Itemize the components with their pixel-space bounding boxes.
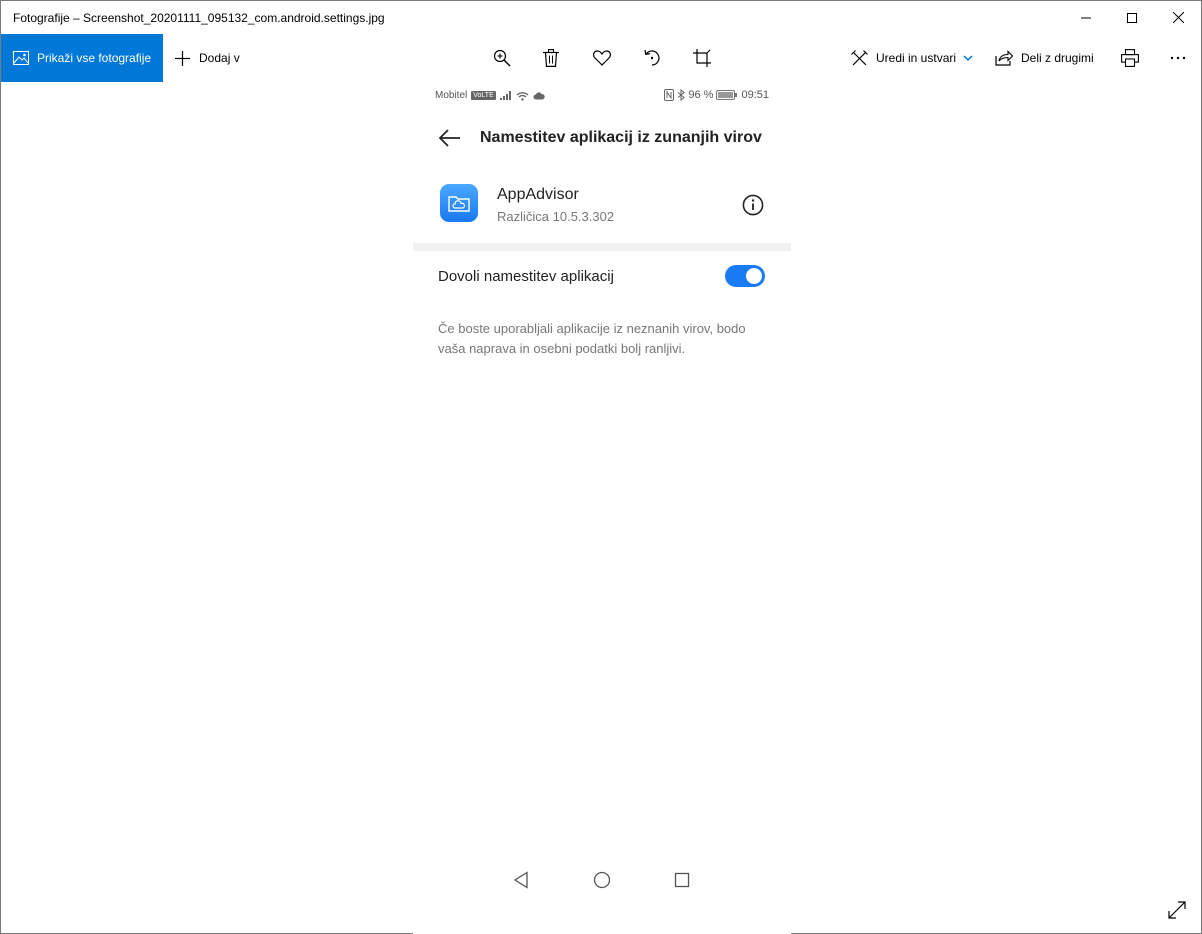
favorite-button[interactable] [582, 34, 622, 82]
signal-icon [499, 91, 511, 100]
app-info-button[interactable] [740, 192, 766, 218]
zoom-button[interactable] [482, 34, 522, 82]
status-time: 09:51 [741, 89, 769, 101]
fullscreen-button[interactable] [1164, 897, 1190, 923]
back-button[interactable] [435, 126, 465, 150]
crop-button[interactable] [682, 34, 722, 82]
printer-icon [1121, 49, 1139, 67]
app-name: AppAdvisor [497, 186, 579, 203]
status-right: 96 % 09:51 [664, 89, 769, 101]
network-badge: VoLTE [471, 91, 496, 100]
minimize-button[interactable] [1063, 1, 1109, 34]
crop-icon [693, 49, 711, 67]
wifi-icon [516, 91, 529, 101]
title-bar: Fotografije – Screenshot_20201111_095132… [1, 1, 1201, 34]
allow-install-toggle[interactable] [725, 265, 765, 287]
android-nav-bar [413, 868, 791, 892]
android-status-bar: Mobitel VoLTE 96 % 09:51 [413, 82, 791, 108]
share-label: Deli z drugimi [1021, 51, 1094, 65]
arrow-left-icon [439, 129, 460, 147]
maximize-button[interactable] [1109, 1, 1155, 34]
edit-create-label: Uredi in ustvari [876, 51, 957, 65]
appadvisor-app-icon [440, 184, 478, 222]
nav-home-button[interactable] [590, 868, 614, 892]
show-all-photos-button[interactable]: Prikaži vse fotografije [1, 34, 163, 82]
print-button[interactable] [1110, 34, 1150, 82]
allow-install-label: Dovoli namestitev aplikacij [438, 268, 614, 285]
status-left: Mobitel VoLTE [435, 90, 545, 101]
delete-button[interactable] [531, 34, 571, 82]
battery-percent: 96 % [688, 89, 714, 101]
info-icon [742, 194, 764, 216]
share-icon [995, 50, 1013, 66]
close-button[interactable] [1155, 1, 1201, 34]
square-recents-icon [674, 872, 690, 888]
show-all-photos-label: Prikaži vse fotografije [37, 51, 152, 65]
security-warning-text: Če boste uporabljali aplikacije iz nezna… [438, 321, 746, 356]
rotate-button[interactable] [632, 34, 672, 82]
carrier-name: Mobitel [435, 90, 468, 101]
bluetooth-icon [678, 89, 686, 101]
more-options-button[interactable] [1158, 34, 1198, 82]
cloud-icon [533, 91, 545, 99]
photo-canvas: Mobitel VoLTE 96 % 09:51 Namestitev apli… [413, 82, 791, 934]
trash-icon [543, 49, 559, 67]
circle-home-icon [593, 871, 611, 889]
triangle-back-icon [513, 871, 528, 889]
toggle-knob [746, 268, 762, 284]
ellipsis-icon [1170, 56, 1186, 60]
close-icon [1172, 12, 1184, 23]
edit-pencil-icon [851, 49, 868, 65]
minimize-icon [1081, 17, 1091, 18]
cloud-folder-icon [448, 196, 470, 212]
zoom-in-icon [493, 49, 511, 67]
section-divider [413, 243, 791, 251]
heart-icon [593, 50, 611, 66]
expand-icon [1168, 901, 1186, 919]
battery-icon [716, 90, 738, 100]
app-version: Različica 10.5.3.302 [497, 209, 615, 224]
app-info-row: AppAdvisor Različica 10.5.3.302 [413, 180, 791, 234]
share-button[interactable]: Deli z drugimi [995, 34, 1094, 82]
nfc-icon [664, 89, 675, 101]
rotate-icon [644, 49, 660, 66]
edit-create-button[interactable]: Uredi in ustvari [851, 34, 973, 82]
allow-install-row[interactable]: Dovoli namestitev aplikacij [413, 262, 791, 292]
picture-icon [13, 51, 29, 65]
maximize-icon [1127, 12, 1137, 23]
nav-recents-button[interactable] [670, 868, 694, 892]
plus-icon [175, 50, 190, 66]
window-title: Fotografije – Screenshot_20201111_095132… [13, 11, 385, 25]
chevron-down-icon [963, 54, 973, 61]
page-title: Namestitev aplikacij iz zunanjih virov [480, 129, 762, 146]
settings-header: Namestitev aplikacij iz zunanjih virov [413, 118, 791, 158]
add-to-label: Dodaj v [199, 51, 240, 65]
add-to-button[interactable]: Dodaj v [175, 34, 240, 82]
nav-back-button[interactable] [509, 868, 533, 892]
photos-toolbar: Prikaži vse fotografije Dodaj v Uredi in… [1, 34, 1201, 82]
